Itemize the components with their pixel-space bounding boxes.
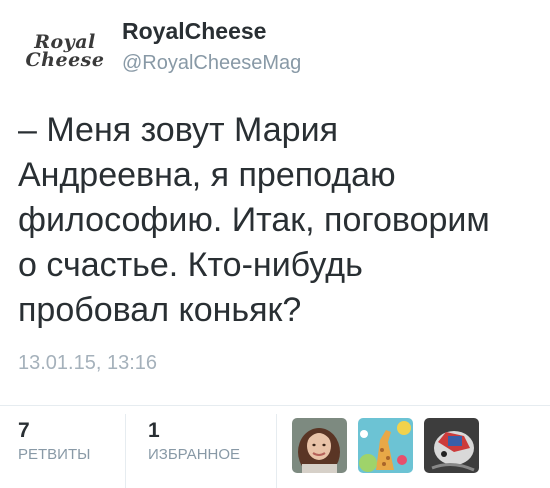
favorites-label: ИЗБРАННОЕ <box>148 446 241 463</box>
retweets-label: РЕТВИТЫ <box>18 446 91 463</box>
stats-divider <box>0 405 550 406</box>
tweet-text-line: Андреевна, я преподаю <box>18 156 396 194</box>
tweet-text: – Меня зовут Мария Андреевна, я преподаю… <box>18 108 538 333</box>
dog-photo-icon <box>424 418 479 473</box>
favorited-by-avatar[interactable] <box>358 418 413 473</box>
profile-avatar[interactable]: Royal Cheese <box>22 14 108 88</box>
woman-portrait-icon <box>292 418 347 473</box>
tweet-text-line: – Меня зовут Мария <box>18 111 338 149</box>
cartoon-giraffe-icon <box>358 418 413 473</box>
avatar-logo-text-bottom: Cheese <box>25 49 105 71</box>
favorited-by-avatar[interactable] <box>292 418 347 473</box>
tweet-text-line: философию. Итак, поговорим <box>18 201 490 239</box>
tweet-timestamp[interactable]: 13.01.15, 13:16 <box>18 352 157 375</box>
tweet-text-line: пробовал коньяк? <box>18 291 302 329</box>
retweets-count: 7 <box>18 419 30 442</box>
stats-separator <box>125 414 126 488</box>
tweet-text-line: о счастье. Кто-нибудь <box>18 246 363 284</box>
favorites-stat[interactable]: 1 ИЗБРАННОЕ <box>148 419 241 464</box>
user-display-name[interactable]: RoyalCheese <box>122 18 266 45</box>
stats-separator <box>276 414 277 488</box>
favorites-count: 1 <box>148 419 160 442</box>
favorited-by-avatar[interactable] <box>424 418 479 473</box>
user-handle[interactable]: @RoyalCheeseMag <box>122 52 301 75</box>
retweets-stat[interactable]: 7 РЕТВИТЫ <box>18 419 91 464</box>
